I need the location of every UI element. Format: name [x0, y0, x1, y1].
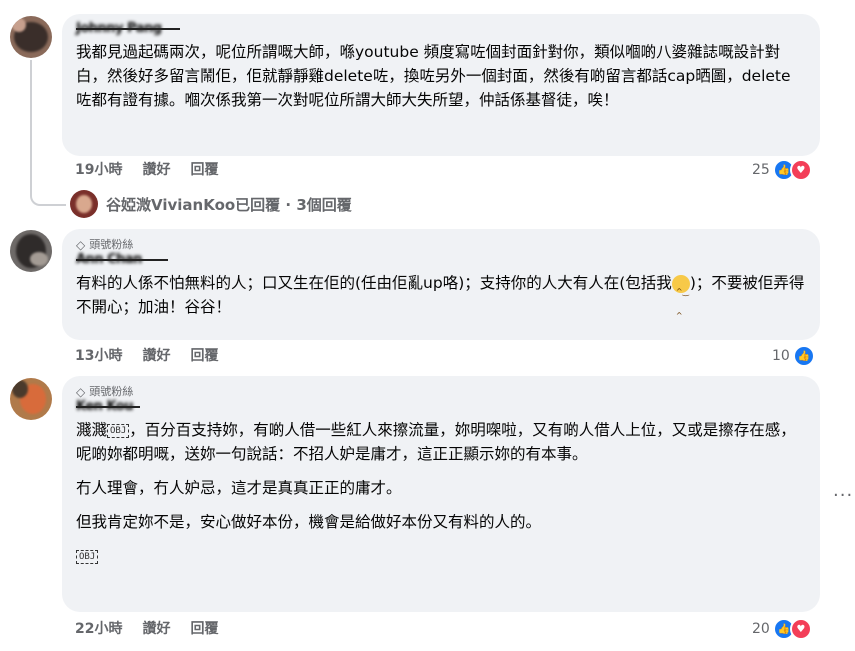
love-icon: ♥	[789, 159, 812, 181]
reaction-summary[interactable]: 25 👍 ♥	[752, 159, 812, 181]
reaction-count: 10	[772, 348, 790, 364]
laughing-emoji-icon: ^‿^	[671, 274, 690, 320]
reaction-count: 25	[752, 162, 770, 178]
avatar[interactable]	[10, 230, 52, 272]
redaction-line	[76, 28, 180, 30]
comment-time[interactable]: 22小時	[75, 619, 122, 639]
diamond-icon: ◇	[76, 238, 86, 252]
comment-text: 濺濺 OBJ ，百分百支持妳，有啲人借一些紅人來擦流量，妳明㗎啦，又有啲人借人上位，…	[76, 421, 796, 564]
comment-bubble: ◇ 頭號粉絲 Ann Chan 有料的人係不怕無料的人；口又生在佢的(任由佢亂u…	[62, 229, 820, 340]
replies-summary[interactable]: 谷婭溦VivianKoo已回覆 · 3個回覆	[106, 194, 352, 215]
thread-connector	[30, 60, 66, 206]
comment-author[interactable]: Ken Kou	[76, 400, 806, 414]
reply-avatar	[70, 190, 98, 218]
comment-actions: 19小時 讚好 回覆	[75, 160, 218, 180]
redaction-line	[76, 259, 168, 261]
avatar[interactable]	[10, 16, 52, 58]
reaction-summary[interactable]: 10 👍	[772, 345, 815, 367]
comment-bubble: ◇ 頭號粉絲 Ken Kou 濺濺 OBJ ，百分百支持妳，有啲人借一些紅人來擦流量…	[62, 376, 820, 612]
reply-button[interactable]: 回覆	[190, 619, 218, 639]
like-icon: 👍	[792, 345, 815, 367]
comment-actions: 22小時 讚好 回覆	[75, 619, 218, 639]
avatar[interactable]	[10, 378, 52, 420]
replies-link[interactable]: 谷婭溦VivianKoo已回覆 · 3個回覆	[70, 190, 352, 218]
top-fan-badge: ◇ 頭號粉絲	[76, 238, 134, 252]
more-options-icon[interactable]: ···	[833, 485, 853, 506]
reaction-summary[interactable]: 20 👍 ♥	[752, 618, 812, 640]
comment-actions: 13小時 讚好 回覆	[75, 346, 218, 366]
comment-author[interactable]: Johnny Pang	[76, 22, 806, 36]
like-button[interactable]: 讚好	[142, 160, 170, 180]
love-icon: ♥	[789, 618, 812, 640]
object-placeholder-icon: OBJ	[76, 549, 99, 564]
reply-button[interactable]: 回覆	[190, 160, 218, 180]
comment-time[interactable]: 13小時	[75, 346, 122, 366]
comment-bubble: Johnny Pang 我都見過起碼兩次，呢位所謂嘅大師，喺youtube 頻度…	[62, 14, 820, 156]
comment-author[interactable]: Ann Chan	[76, 253, 806, 267]
comment-time[interactable]: 19小時	[75, 160, 122, 180]
comment-text: 有料的人係不怕無料的人；口又生在佢的(任由佢亂up咯)；支持你的人大有人在(包括…	[76, 274, 805, 320]
like-button[interactable]: 讚好	[142, 619, 170, 639]
top-fan-badge: ◇ 頭號粉絲	[76, 385, 134, 399]
redaction-line	[76, 406, 140, 408]
comment-text: 我都見過起碼兩次，呢位所謂嘅大師，喺youtube 頻度寫咗個封面針對你，類似嗰…	[76, 43, 791, 109]
diamond-icon: ◇	[76, 385, 86, 399]
object-placeholder-icon: OBJ	[107, 423, 130, 438]
reply-button[interactable]: 回覆	[190, 346, 218, 366]
like-button[interactable]: 讚好	[142, 346, 170, 366]
reaction-count: 20	[752, 621, 770, 637]
